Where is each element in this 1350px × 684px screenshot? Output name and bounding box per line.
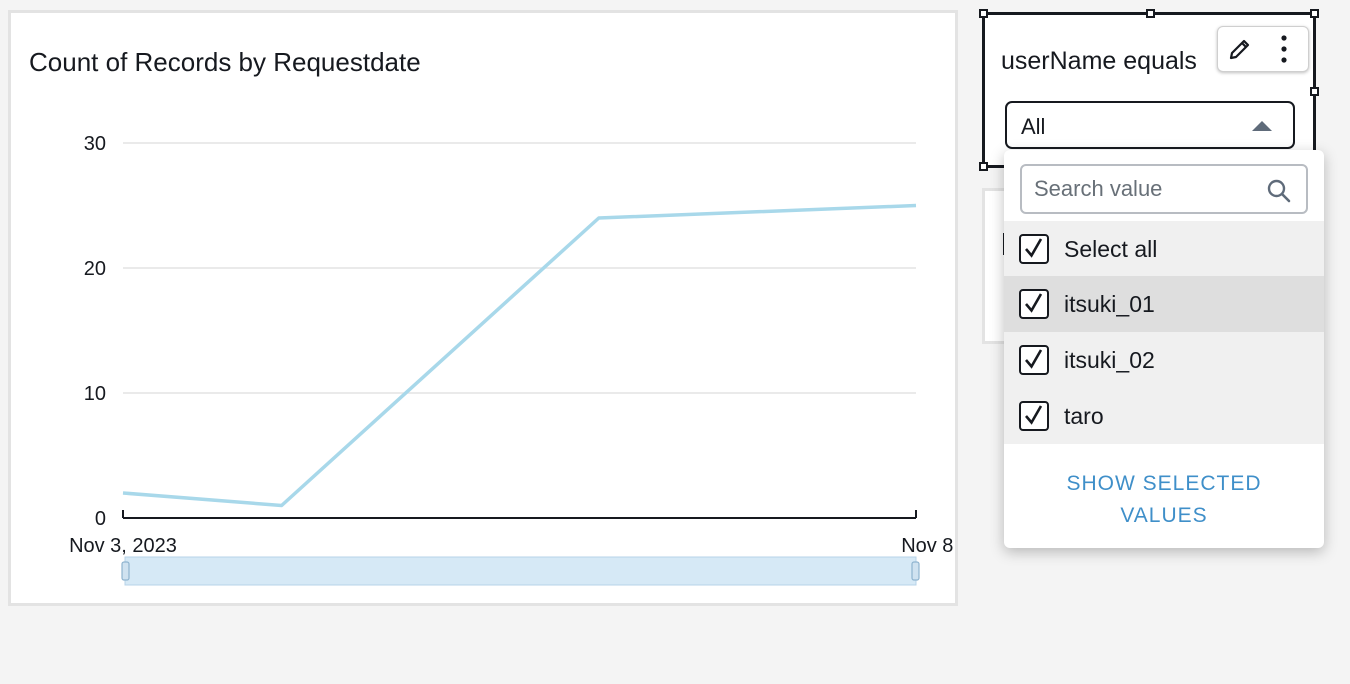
checkbox-select-all[interactable] [1019, 234, 1049, 264]
filter-select[interactable]: All [1005, 101, 1295, 149]
search-icon [1267, 179, 1291, 203]
option-select-all[interactable]: Select all [1004, 221, 1324, 277]
resize-handle-bottom-left[interactable] [979, 162, 988, 171]
checkmark-icon [1025, 405, 1043, 425]
checkbox-itsuki-01[interactable] [1019, 289, 1049, 319]
filter-control-card[interactable]: userName equals All [979, 9, 1319, 171]
scrollbar-handle-left[interactable] [121, 561, 130, 581]
resize-handle-top[interactable] [1146, 9, 1155, 18]
checkmark-icon [1025, 349, 1043, 369]
search-field[interactable] [1020, 164, 1308, 214]
card-action-toolbar [1217, 26, 1309, 72]
show-selected-label-line2: VALUES [1120, 504, 1208, 527]
option-label: itsuki_01 [1064, 291, 1155, 317]
search-input[interactable] [1034, 176, 1254, 202]
show-selected-label-line1: SHOW SELECTED [1066, 472, 1262, 495]
caret-up-icon [1252, 121, 1272, 131]
y-tick-label: 10 [84, 383, 106, 405]
checkmark-icon [1025, 238, 1043, 258]
y-tick-label: 20 [84, 258, 106, 280]
scrollbar-handle-right[interactable] [911, 561, 920, 581]
y-tick-label: 30 [84, 133, 106, 155]
option-label: itsuki_02 [1064, 347, 1155, 373]
checkmark-icon [1025, 293, 1043, 313]
filter-selected-value: All [1021, 114, 1046, 139]
line-chart-visual[interactable]: Count of Records by Requestdate 0 10 20 30 N… [8, 10, 958, 606]
option-label: taro [1064, 403, 1104, 429]
checkbox-itsuki-02[interactable] [1019, 345, 1049, 375]
option-itsuki-02[interactable]: itsuki_02 [1004, 332, 1324, 388]
x-tick-label: Nov 8, 20 [901, 535, 955, 557]
filter-dropdown-menu: Select all itsuki_01 itsuki_02 taro SHOW… [1004, 150, 1324, 548]
option-taro[interactable]: taro [1004, 388, 1324, 444]
x-tick-label: Nov 3, 2023 [69, 535, 177, 557]
more-vertical-icon [1281, 35, 1287, 63]
pencil-icon [1229, 39, 1250, 60]
series-line [122, 203, 917, 508]
option-itsuki-01[interactable]: itsuki_01 [1004, 276, 1324, 332]
checkbox-taro[interactable] [1019, 401, 1049, 431]
resize-handle-top-left[interactable] [979, 9, 988, 18]
edit-button[interactable] [1218, 27, 1262, 71]
show-selected-values-button[interactable]: SHOW SELECTED VALUES [1004, 468, 1324, 532]
option-label: Select all [1064, 236, 1158, 262]
range-scrollbar [124, 556, 917, 586]
y-tick-label: 0 [95, 508, 106, 530]
more-options-button[interactable] [1262, 27, 1306, 71]
resize-handle-top-right[interactable] [1310, 9, 1319, 18]
chart-plot: 0 10 20 30 Nov 3, 2023 Nov 8, 20 [69, 133, 955, 586]
filter-title: userName equals [1001, 47, 1197, 75]
resize-handle-right[interactable] [1310, 87, 1319, 96]
